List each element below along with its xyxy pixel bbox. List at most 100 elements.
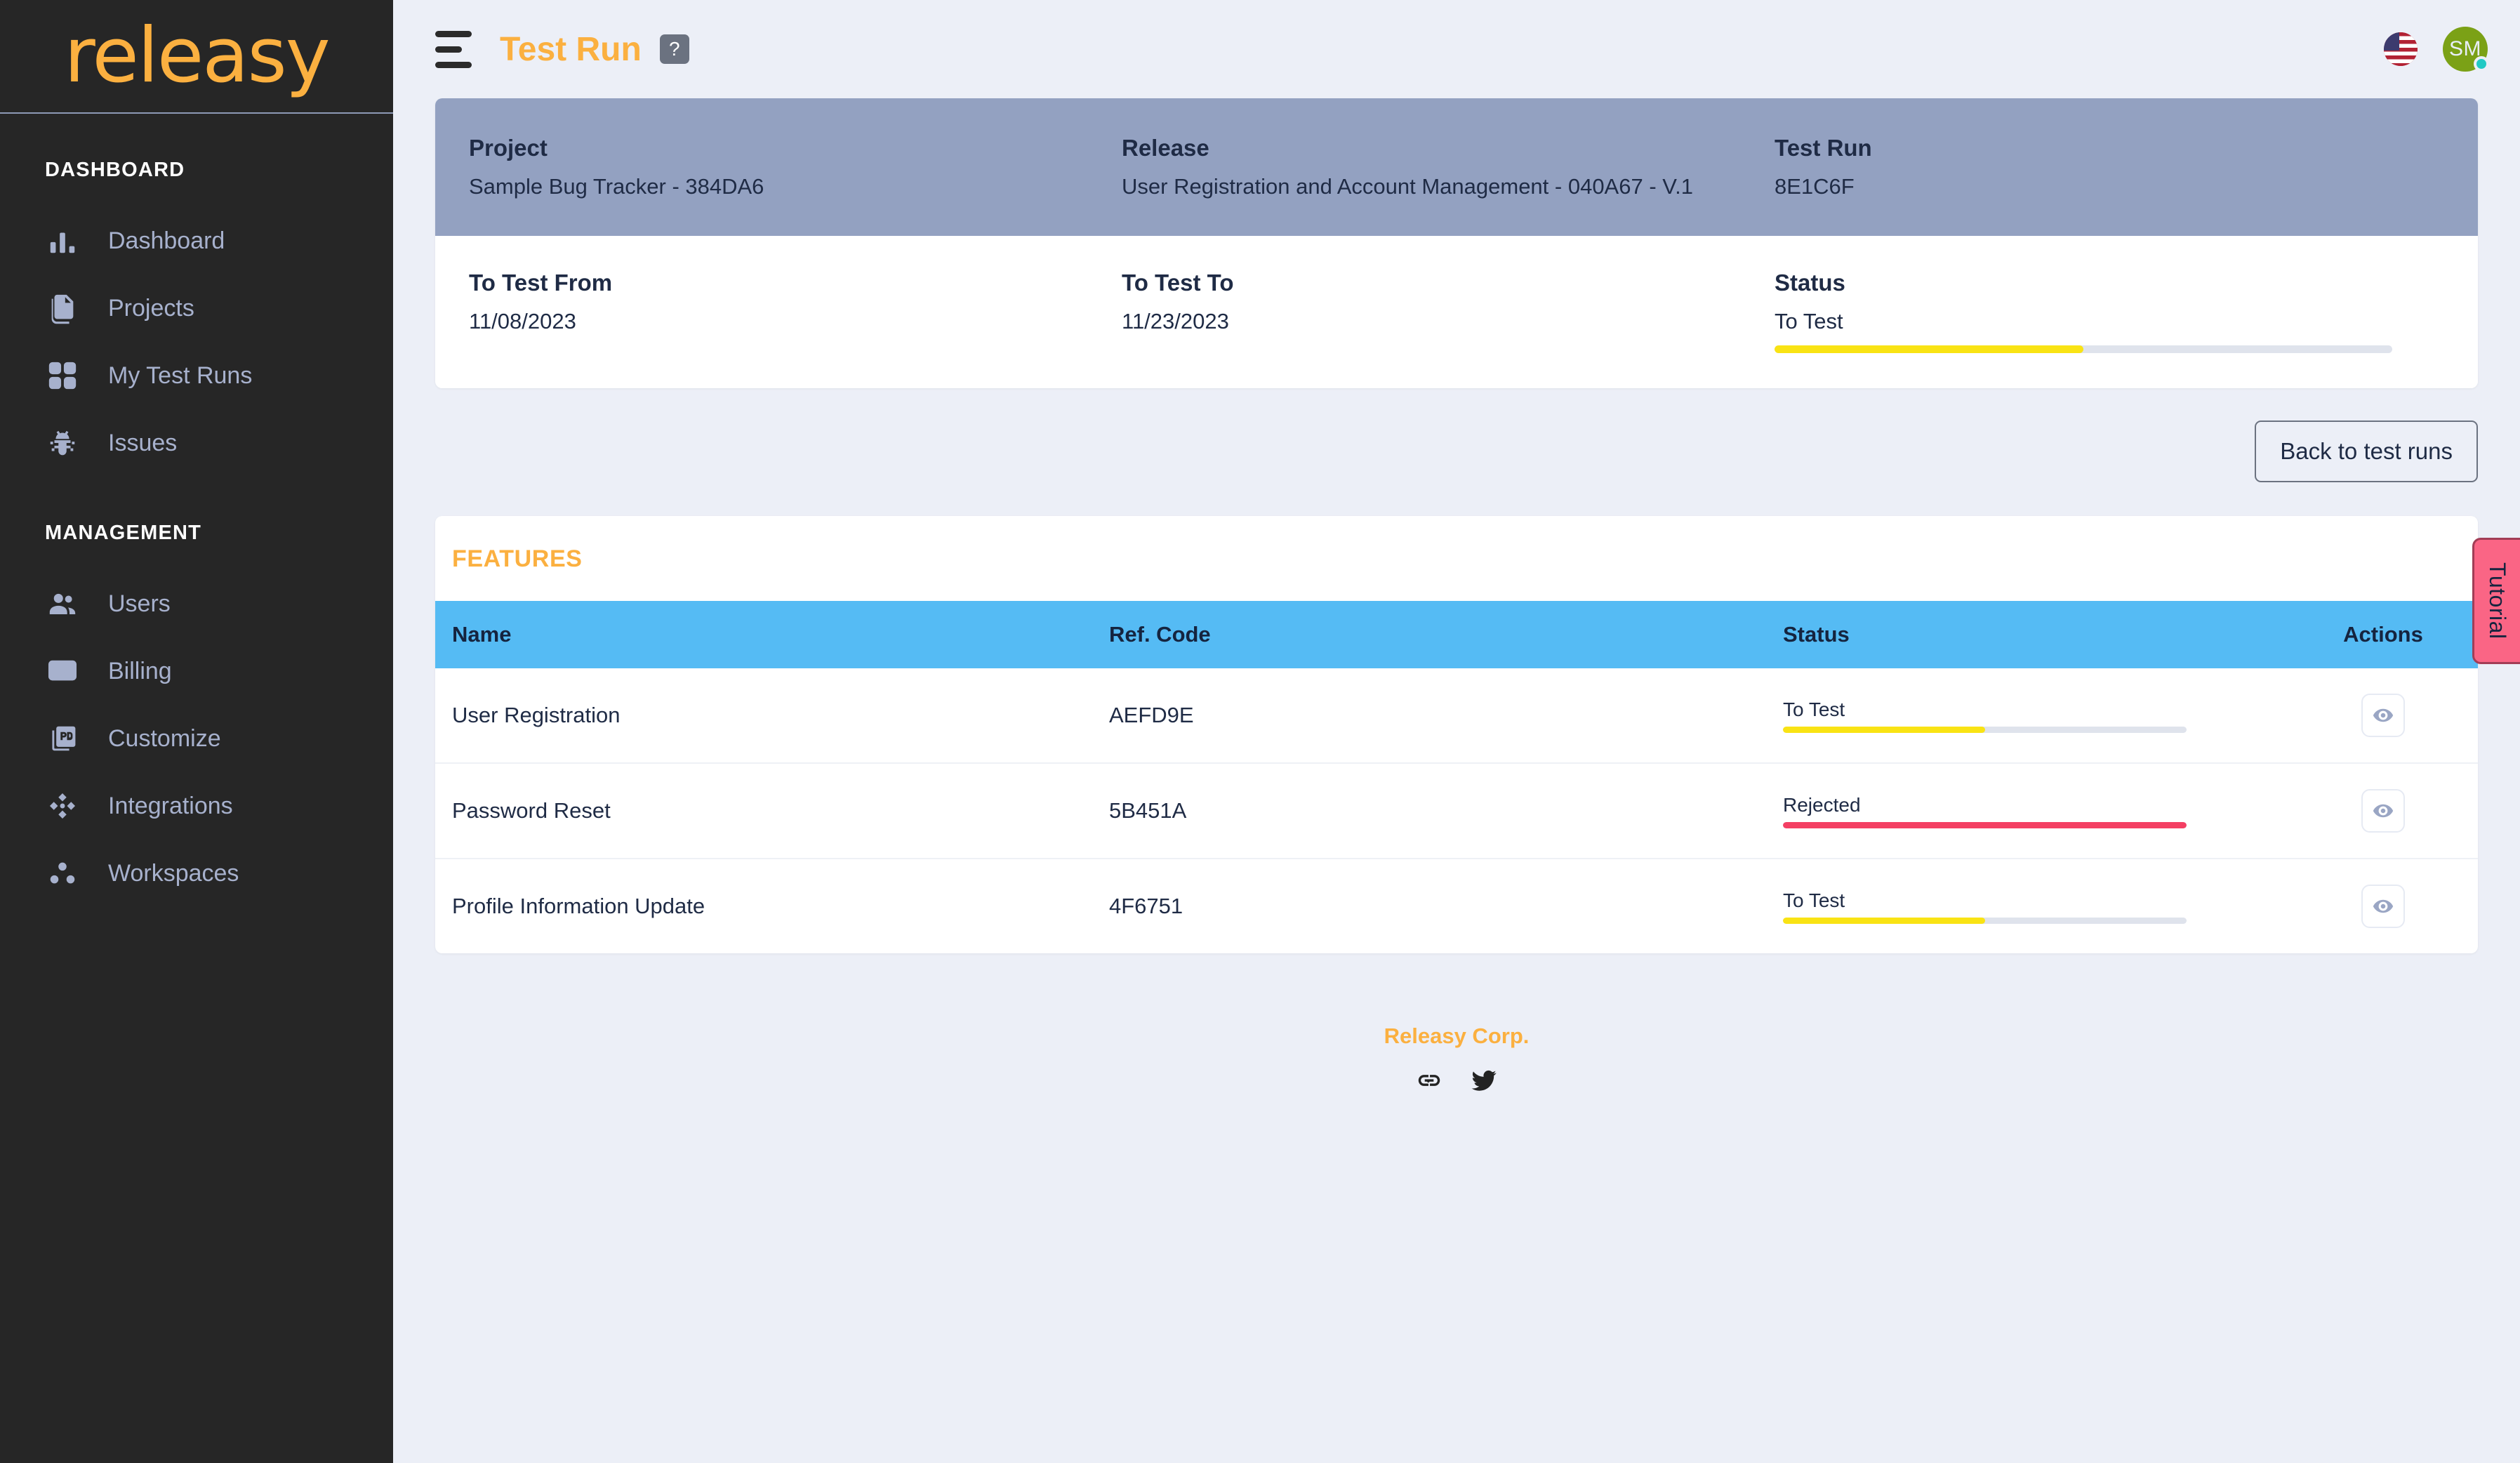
release-label: Release xyxy=(1122,135,1209,161)
sidebar-item-users[interactable]: Users xyxy=(0,570,393,637)
sidebar-item-projects[interactable]: Projects xyxy=(0,274,393,342)
status-progress-bar xyxy=(1775,345,2392,354)
sidebar-item-label: Integrations xyxy=(108,792,233,819)
main-area: Test Run ? SM Project Sample Bug Tracker… xyxy=(393,0,2520,1463)
view-feature-button[interactable] xyxy=(2361,789,2405,833)
sidebar-item-issues[interactable]: Issues xyxy=(0,409,393,477)
topbar-right: SM xyxy=(2384,27,2489,72)
menu-bar xyxy=(435,46,462,53)
to-test-from-label: To Test From xyxy=(469,270,613,296)
features-table-body: User Registration AEFD9E To Test Password R… xyxy=(435,668,2478,953)
diamond-nodes-icon xyxy=(45,788,80,823)
cell-actions xyxy=(2302,763,2478,860)
flag-canton xyxy=(2384,32,2399,51)
link-icon[interactable] xyxy=(1414,1066,1444,1099)
us-flag-icon[interactable] xyxy=(2384,32,2418,66)
info-card-header: Project Sample Bug Tracker - 384DA6 Rele… xyxy=(435,98,2478,237)
cell-name: Profile Information Update xyxy=(452,894,705,919)
sidebar-item-workspaces[interactable]: Workspaces xyxy=(0,840,393,907)
status-text: To Test xyxy=(1783,889,1845,911)
three-dots-icon xyxy=(45,856,80,891)
cell-actions xyxy=(2302,859,2478,953)
status-progress-fill xyxy=(1783,917,1985,924)
online-status-dot xyxy=(2474,56,2489,72)
button-row: Back to test runs xyxy=(435,421,2478,483)
twitter-icon[interactable] xyxy=(1469,1066,1499,1099)
project-label: Project xyxy=(469,135,548,161)
cell-status: Rejected xyxy=(1783,763,2302,860)
status-progress-bar xyxy=(1783,917,2187,924)
status-progress-fill xyxy=(1775,345,2083,354)
footer-social-icons xyxy=(435,1066,2478,1099)
sidebar: releasy DASHBOARD Dashboard Projects My … xyxy=(0,0,393,1463)
sidebar-item-my-test-runs[interactable]: My Test Runs xyxy=(0,342,393,409)
test-run-value: 8E1C6F xyxy=(1775,174,1855,199)
status-text: To Test xyxy=(1783,698,1845,720)
test-run-info-card: Project Sample Bug Tracker - 384DA6 Rele… xyxy=(435,98,2478,389)
sidebar-item-label: Billing xyxy=(108,657,172,684)
sidebar-item-customize[interactable]: Customize xyxy=(0,705,393,772)
brand-logo[interactable]: releasy xyxy=(0,0,393,114)
status-progress-bar xyxy=(1783,726,2187,733)
status-progress-fill xyxy=(1783,821,2187,828)
release-block: Release User Registration and Account Ma… xyxy=(1088,135,1741,202)
cell-status: To Test xyxy=(1783,668,2302,764)
cell-ref-code: AEFD9E xyxy=(1109,668,1783,764)
sidebar-item-integrations[interactable]: Integrations xyxy=(0,772,393,840)
content: Project Sample Bug Tracker - 384DA6 Rele… xyxy=(393,98,2520,1463)
table-row[interactable]: Password Reset 5B451A Rejected xyxy=(435,763,2478,860)
sidebar-item-label: Dashboard xyxy=(108,227,225,254)
column-header-status[interactable]: Status xyxy=(1783,601,2302,669)
topbar: Test Run ? SM xyxy=(393,0,2520,98)
sidebar-item-label: My Test Runs xyxy=(108,362,253,389)
cell-name: Password Reset xyxy=(435,763,1109,860)
to-test-to-value: 11/23/2023 xyxy=(1122,309,1229,334)
column-header-actions: Actions xyxy=(2302,601,2478,669)
test-run-block: Test Run 8E1C6F xyxy=(1741,135,2478,202)
sidebar-section-title-management: MANAGEMENT xyxy=(45,522,202,544)
table-row[interactable]: User Registration AEFD9E To Test xyxy=(435,668,2478,764)
sidebar-item-label: Issues xyxy=(108,429,178,456)
cell-actions xyxy=(2302,668,2478,764)
status-text: Rejected xyxy=(1783,793,1861,816)
bar-chart-icon xyxy=(45,223,80,258)
menu-bar xyxy=(435,30,472,37)
tutorial-tab-label: Tutorial xyxy=(2485,562,2510,640)
back-to-test-runs-button[interactable]: Back to test runs xyxy=(2255,421,2478,483)
bug-icon xyxy=(45,425,80,461)
menu-bar xyxy=(435,61,472,68)
status-progress-bar xyxy=(1783,821,2187,828)
to-test-from-block: To Test From 11/08/2023 xyxy=(435,270,1088,353)
cell-status: To Test xyxy=(1783,859,2302,953)
avatar[interactable]: SM xyxy=(2443,27,2489,72)
sidebar-item-label: Users xyxy=(108,590,171,617)
sidebar-item-label: Projects xyxy=(108,294,194,322)
sidebar-item-billing[interactable]: Billing xyxy=(0,637,393,705)
status-progress-fill xyxy=(1783,726,1985,733)
table-row[interactable]: Profile Information Update 4F6751 To Test xyxy=(435,859,2478,953)
app-root: releasy DASHBOARD Dashboard Projects My … xyxy=(0,0,2520,1463)
people-icon xyxy=(45,586,80,621)
page-title: Test Run xyxy=(500,30,642,68)
documents-icon xyxy=(45,291,80,326)
features-panel-title: FEATURES xyxy=(452,545,583,573)
features-table-head: Name Ref. Code Status Actions xyxy=(435,601,2478,669)
view-feature-button[interactable] xyxy=(2361,694,2405,738)
column-header-name[interactable]: Name xyxy=(435,601,1109,669)
project-value: Sample Bug Tracker - 384DA6 xyxy=(469,174,764,199)
pdf-document-icon xyxy=(45,721,80,756)
status-value: To Test xyxy=(1775,309,1843,334)
info-card-body: To Test From 11/08/2023 To Test To 11/23… xyxy=(435,236,2478,389)
cell-name: User Registration xyxy=(435,668,1109,764)
tutorial-tab[interactable]: Tutorial xyxy=(2472,538,2520,664)
view-feature-button[interactable] xyxy=(2361,885,2405,929)
footer: Releasy Corp. xyxy=(435,1024,2478,1099)
status-label: Status xyxy=(1775,270,1845,296)
menu-toggle-icon[interactable] xyxy=(435,30,476,68)
help-button[interactable]: ? xyxy=(659,34,689,64)
column-header-ref-code[interactable]: Ref. Code xyxy=(1109,601,1783,669)
credit-card-check-icon xyxy=(45,654,80,689)
release-value: User Registration and Account Management… xyxy=(1122,174,1693,199)
sidebar-item-dashboard[interactable]: Dashboard xyxy=(0,207,393,274)
table-header-row: Name Ref. Code Status Actions xyxy=(435,601,2478,669)
